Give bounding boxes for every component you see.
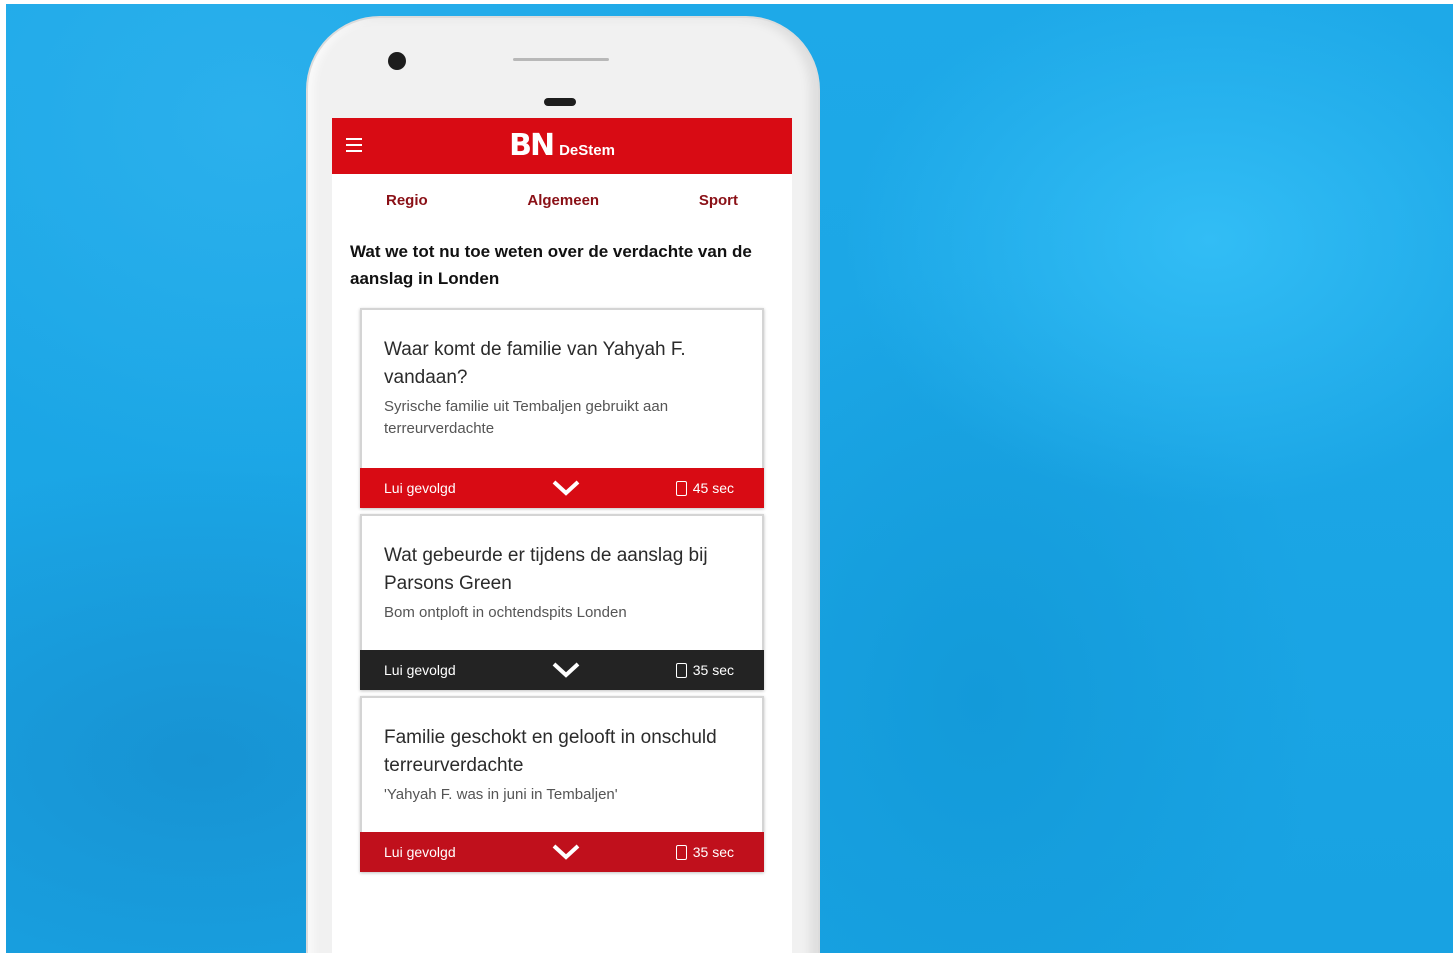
tab-regio[interactable]: Regio — [386, 192, 428, 209]
story-card[interactable]: Wat gebeurde er tijdens de aanslag bij P… — [360, 514, 764, 690]
duration-label: 35 sec — [692, 844, 734, 860]
duration-label: 45 sec — [692, 480, 734, 496]
section-tabs: Regio Algemeen Sport — [332, 174, 792, 226]
tab-sport[interactable]: Sport — [699, 192, 738, 209]
card-answer: 'Yahyah F. was in juni in Tembaljen' — [384, 786, 618, 803]
app-header: BN DeStem — [332, 118, 792, 174]
chevron-down-icon[interactable] — [551, 660, 581, 680]
card-answer: Bom ontploft in ochtendspits Londen — [384, 604, 627, 621]
story-card[interactable]: Familie geschokt en gelooft in onschuld … — [360, 696, 764, 872]
card-question: Wat gebeurde er tijdens de aanslag bij P… — [384, 545, 708, 594]
duration: 45 sec — [675, 480, 734, 496]
brand-logo[interactable]: BN DeStem — [509, 131, 615, 161]
front-camera — [388, 52, 406, 70]
card-question: Waar komt de familie van Yahyah F. vanda… — [384, 339, 686, 388]
proximity-sensor — [544, 98, 576, 106]
story-card[interactable]: Waar komt de familie van Yahyah F. vanda… — [360, 308, 764, 508]
article-headline[interactable]: Wat we tot nu toe weten over de verdacht… — [350, 238, 774, 292]
card-action-bar[interactable]: Lui gevolgd 35 sec — [360, 650, 764, 690]
chevron-down-icon[interactable] — [551, 842, 581, 862]
duration-label: 35 sec — [692, 662, 734, 678]
card-action-bar[interactable]: Lui gevolgd 35 sec — [360, 832, 764, 872]
image-border-top — [0, 0, 1453, 4]
logo-subtitle: DeStem — [559, 142, 615, 159]
card-action-label[interactable]: Lui gevolgd — [384, 662, 456, 678]
timer-icon — [675, 480, 687, 496]
image-border-left — [0, 0, 6, 953]
chevron-down-icon[interactable] — [551, 478, 581, 498]
card-action-bar[interactable]: Lui gevolgd 45 sec — [360, 468, 764, 508]
timer-icon — [675, 844, 687, 860]
earpiece-speaker — [513, 58, 609, 61]
card-question: Familie geschokt en gelooft in onschuld … — [384, 727, 717, 776]
duration: 35 sec — [675, 844, 734, 860]
duration: 35 sec — [675, 662, 734, 678]
logo-mark: BN — [509, 128, 555, 163]
card-answer: Syrische familie uit Tembaljen gebruikt … — [384, 398, 669, 437]
card-action-label[interactable]: Lui gevolgd — [384, 844, 456, 860]
phone-screen: BN DeStem Regio Algemeen Sport Wat we to… — [332, 118, 792, 953]
phone-device: BN DeStem Regio Algemeen Sport Wat we to… — [308, 18, 818, 953]
hamburger-menu-icon[interactable] — [346, 138, 362, 152]
card-action-label[interactable]: Lui gevolgd — [384, 480, 456, 496]
timer-icon — [675, 662, 687, 678]
tab-algemeen[interactable]: Algemeen — [527, 192, 599, 209]
